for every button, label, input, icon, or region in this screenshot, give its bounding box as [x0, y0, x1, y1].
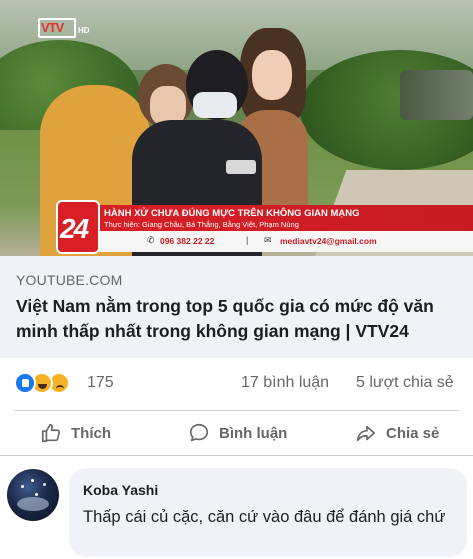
mail-icon: ✉: [264, 235, 272, 245]
lower-third-phone: 096 382 22 22: [160, 236, 215, 246]
phone-icon: ✆: [147, 235, 155, 245]
smartphone: [226, 160, 256, 174]
vtv24-logo-text: 24: [60, 213, 89, 244]
person-right-face: [252, 50, 292, 100]
lower-third-headline: HÀNH XỬ CHƯA ĐÚNG MỰC TRÊN KHÔNG GIAN MẠ…: [104, 208, 360, 219]
share-count[interactable]: 5 lượt chia sẻ: [356, 374, 454, 392]
lower-third-credits: Thực hiện: Giang Châu, Bá Thắng, Bằng Vi…: [104, 220, 299, 229]
thumbs-up-icon: [41, 423, 61, 443]
comment-text: Thấp cái củ cặc, căn cứ vào đâu để đánh …: [83, 508, 446, 526]
comment-label: Bình luận: [219, 424, 288, 442]
reaction-count[interactable]: 175: [87, 374, 114, 392]
like-label: Thích: [71, 424, 111, 442]
vtv24-logo: 24: [56, 200, 100, 254]
avatar[interactable]: [7, 469, 59, 521]
like-button[interactable]: Thích: [40, 411, 111, 455]
vtv-logo-text: VTV: [41, 20, 64, 35]
comment-button[interactable]: Bình luận: [188, 411, 287, 455]
thumbnail-motorbikes: [400, 70, 473, 120]
post-actions: Thích Bình luận Chia sẻ: [0, 411, 473, 455]
comment-icon: [189, 423, 209, 442]
vtv-logo-hd: HD: [78, 26, 90, 35]
share-label: Chia sẻ: [386, 424, 440, 442]
link-source: YOUTUBE.COM: [16, 272, 123, 288]
divider: [0, 455, 473, 456]
comment-count[interactable]: 17 bình luận: [241, 374, 329, 392]
link-preview-caption[interactable]: YOUTUBE.COM Việt Nam nằm trong top 5 quố…: [0, 256, 473, 358]
comment-author[interactable]: Koba Yashi: [83, 482, 158, 498]
like-icon: [14, 372, 36, 394]
share-button[interactable]: Chia sẻ: [355, 411, 439, 455]
vtv-channel-logo: VTV HD: [38, 18, 90, 40]
reaction-icons[interactable]: [14, 372, 84, 394]
link-title[interactable]: Việt Nam nằm trong top 5 quốc gia có mức…: [16, 294, 462, 344]
engagement-bar: 175 17 bình luận 5 lượt chia sẻ: [0, 358, 473, 410]
lower-third-separator: |: [246, 235, 249, 245]
video-thumbnail[interactable]: VTV HD 24 HÀNH XỬ CHƯA ĐÚNG MỰC TRÊN KHÔ…: [0, 0, 473, 256]
person-center-mask: [193, 92, 237, 118]
lower-third-email: mediavtv24@gmail.com: [280, 236, 377, 246]
comment-bubble[interactable]: Koba Yashi Thấp cái củ cặc, căn cứ vào đ…: [69, 468, 467, 557]
share-arrow-icon: [356, 425, 376, 442]
